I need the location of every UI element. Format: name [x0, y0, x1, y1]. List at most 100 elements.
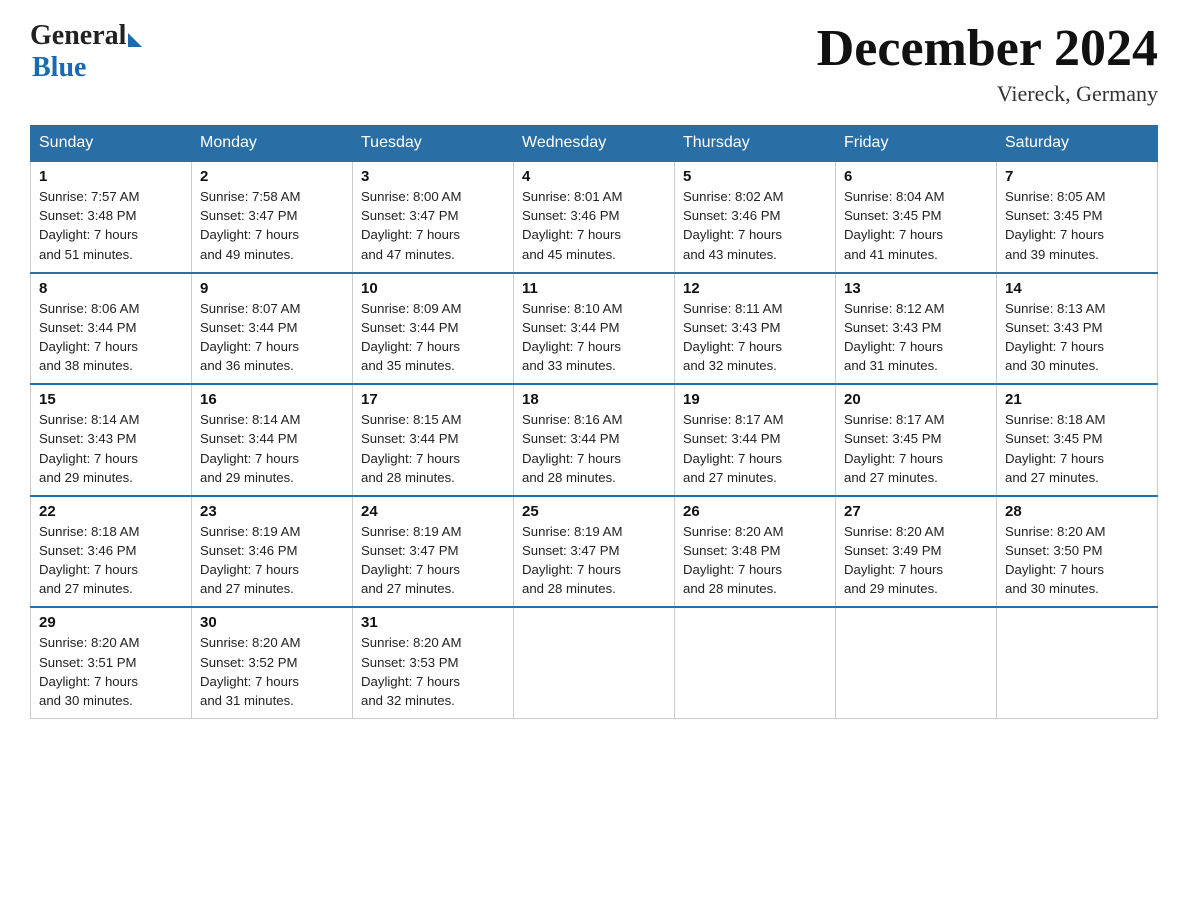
day-info: Sunrise: 8:18 AMSunset: 3:45 PMDaylight:…	[1005, 412, 1105, 484]
day-number: 29	[39, 614, 183, 631]
table-row: 9 Sunrise: 8:07 AMSunset: 3:44 PMDayligh…	[192, 273, 353, 385]
day-number: 17	[361, 391, 505, 408]
table-row	[675, 607, 836, 718]
calendar-table: Sunday Monday Tuesday Wednesday Thursday…	[30, 125, 1158, 719]
table-row: 20 Sunrise: 8:17 AMSunset: 3:45 PMDaylig…	[836, 384, 997, 496]
table-row	[514, 607, 675, 718]
logo-arrow-icon	[128, 33, 142, 47]
table-row: 31 Sunrise: 8:20 AMSunset: 3:53 PMDaylig…	[353, 607, 514, 718]
day-number: 1	[39, 168, 183, 185]
table-row: 24 Sunrise: 8:19 AMSunset: 3:47 PMDaylig…	[353, 496, 514, 608]
day-info: Sunrise: 8:19 AMSunset: 3:47 PMDaylight:…	[522, 524, 622, 596]
day-number: 23	[200, 503, 344, 520]
table-row: 30 Sunrise: 8:20 AMSunset: 3:52 PMDaylig…	[192, 607, 353, 718]
table-row: 25 Sunrise: 8:19 AMSunset: 3:47 PMDaylig…	[514, 496, 675, 608]
day-number: 6	[844, 168, 988, 185]
day-info: Sunrise: 7:58 AMSunset: 3:47 PMDaylight:…	[200, 189, 300, 261]
table-row: 18 Sunrise: 8:16 AMSunset: 3:44 PMDaylig…	[514, 384, 675, 496]
day-number: 18	[522, 391, 666, 408]
table-row: 10 Sunrise: 8:09 AMSunset: 3:44 PMDaylig…	[353, 273, 514, 385]
day-info: Sunrise: 8:01 AMSunset: 3:46 PMDaylight:…	[522, 189, 622, 261]
day-number: 4	[522, 168, 666, 185]
day-number: 21	[1005, 391, 1149, 408]
day-number: 5	[683, 168, 827, 185]
day-number: 2	[200, 168, 344, 185]
table-row: 7 Sunrise: 8:05 AMSunset: 3:45 PMDayligh…	[997, 161, 1158, 273]
day-number: 9	[200, 280, 344, 297]
day-info: Sunrise: 8:20 AMSunset: 3:49 PMDaylight:…	[844, 524, 944, 596]
day-number: 15	[39, 391, 183, 408]
table-row: 1 Sunrise: 7:57 AMSunset: 3:48 PMDayligh…	[31, 161, 192, 273]
day-info: Sunrise: 8:16 AMSunset: 3:44 PMDaylight:…	[522, 412, 622, 484]
day-info: Sunrise: 8:05 AMSunset: 3:45 PMDaylight:…	[1005, 189, 1105, 261]
day-info: Sunrise: 8:20 AMSunset: 3:52 PMDaylight:…	[200, 635, 300, 707]
table-row: 26 Sunrise: 8:20 AMSunset: 3:48 PMDaylig…	[675, 496, 836, 608]
table-row: 15 Sunrise: 8:14 AMSunset: 3:43 PMDaylig…	[31, 384, 192, 496]
day-number: 7	[1005, 168, 1149, 185]
logo-blue-text: Blue	[32, 52, 86, 84]
calendar-week-3: 15 Sunrise: 8:14 AMSunset: 3:43 PMDaylig…	[31, 384, 1158, 496]
day-number: 26	[683, 503, 827, 520]
day-number: 27	[844, 503, 988, 520]
table-row: 13 Sunrise: 8:12 AMSunset: 3:43 PMDaylig…	[836, 273, 997, 385]
day-info: Sunrise: 8:10 AMSunset: 3:44 PMDaylight:…	[522, 301, 622, 373]
table-row: 11 Sunrise: 8:10 AMSunset: 3:44 PMDaylig…	[514, 273, 675, 385]
title-block: December 2024 Viereck, Germany	[817, 20, 1158, 107]
table-row: 2 Sunrise: 7:58 AMSunset: 3:47 PMDayligh…	[192, 161, 353, 273]
table-row: 19 Sunrise: 8:17 AMSunset: 3:44 PMDaylig…	[675, 384, 836, 496]
logo: General Blue	[30, 20, 142, 84]
day-info: Sunrise: 8:14 AMSunset: 3:44 PMDaylight:…	[200, 412, 300, 484]
table-row: 14 Sunrise: 8:13 AMSunset: 3:43 PMDaylig…	[997, 273, 1158, 385]
calendar-week-5: 29 Sunrise: 8:20 AMSunset: 3:51 PMDaylig…	[31, 607, 1158, 718]
table-row: 5 Sunrise: 8:02 AMSunset: 3:46 PMDayligh…	[675, 161, 836, 273]
day-info: Sunrise: 8:20 AMSunset: 3:50 PMDaylight:…	[1005, 524, 1105, 596]
day-info: Sunrise: 8:11 AMSunset: 3:43 PMDaylight:…	[683, 301, 782, 373]
day-number: 25	[522, 503, 666, 520]
col-tuesday: Tuesday	[353, 126, 514, 162]
calendar-week-2: 8 Sunrise: 8:06 AMSunset: 3:44 PMDayligh…	[31, 273, 1158, 385]
calendar-week-1: 1 Sunrise: 7:57 AMSunset: 3:48 PMDayligh…	[31, 161, 1158, 273]
day-number: 28	[1005, 503, 1149, 520]
location-label: Viereck, Germany	[817, 81, 1158, 107]
col-thursday: Thursday	[675, 126, 836, 162]
day-number: 30	[200, 614, 344, 631]
page-header: General Blue December 2024 Viereck, Germ…	[30, 20, 1158, 107]
day-number: 24	[361, 503, 505, 520]
day-info: Sunrise: 8:18 AMSunset: 3:46 PMDaylight:…	[39, 524, 139, 596]
day-number: 12	[683, 280, 827, 297]
table-row: 28 Sunrise: 8:20 AMSunset: 3:50 PMDaylig…	[997, 496, 1158, 608]
day-number: 16	[200, 391, 344, 408]
col-monday: Monday	[192, 126, 353, 162]
day-number: 19	[683, 391, 827, 408]
day-number: 14	[1005, 280, 1149, 297]
table-row: 22 Sunrise: 8:18 AMSunset: 3:46 PMDaylig…	[31, 496, 192, 608]
table-row: 16 Sunrise: 8:14 AMSunset: 3:44 PMDaylig…	[192, 384, 353, 496]
day-number: 8	[39, 280, 183, 297]
day-info: Sunrise: 8:13 AMSunset: 3:43 PMDaylight:…	[1005, 301, 1105, 373]
col-friday: Friday	[836, 126, 997, 162]
day-info: Sunrise: 8:20 AMSunset: 3:53 PMDaylight:…	[361, 635, 461, 707]
day-info: Sunrise: 8:20 AMSunset: 3:48 PMDaylight:…	[683, 524, 783, 596]
calendar-header-row: Sunday Monday Tuesday Wednesday Thursday…	[31, 126, 1158, 162]
day-info: Sunrise: 8:00 AMSunset: 3:47 PMDaylight:…	[361, 189, 461, 261]
calendar-week-4: 22 Sunrise: 8:18 AMSunset: 3:46 PMDaylig…	[31, 496, 1158, 608]
col-sunday: Sunday	[31, 126, 192, 162]
day-number: 22	[39, 503, 183, 520]
day-number: 11	[522, 280, 666, 297]
table-row: 8 Sunrise: 8:06 AMSunset: 3:44 PMDayligh…	[31, 273, 192, 385]
col-saturday: Saturday	[997, 126, 1158, 162]
table-row: 27 Sunrise: 8:20 AMSunset: 3:49 PMDaylig…	[836, 496, 997, 608]
table-row: 21 Sunrise: 8:18 AMSunset: 3:45 PMDaylig…	[997, 384, 1158, 496]
table-row: 17 Sunrise: 8:15 AMSunset: 3:44 PMDaylig…	[353, 384, 514, 496]
table-row	[997, 607, 1158, 718]
day-number: 20	[844, 391, 988, 408]
day-info: Sunrise: 8:17 AMSunset: 3:45 PMDaylight:…	[844, 412, 944, 484]
day-info: Sunrise: 8:14 AMSunset: 3:43 PMDaylight:…	[39, 412, 139, 484]
table-row: 3 Sunrise: 8:00 AMSunset: 3:47 PMDayligh…	[353, 161, 514, 273]
table-row: 6 Sunrise: 8:04 AMSunset: 3:45 PMDayligh…	[836, 161, 997, 273]
day-info: Sunrise: 8:12 AMSunset: 3:43 PMDaylight:…	[844, 301, 944, 373]
table-row: 12 Sunrise: 8:11 AMSunset: 3:43 PMDaylig…	[675, 273, 836, 385]
day-number: 3	[361, 168, 505, 185]
table-row: 4 Sunrise: 8:01 AMSunset: 3:46 PMDayligh…	[514, 161, 675, 273]
day-info: Sunrise: 8:17 AMSunset: 3:44 PMDaylight:…	[683, 412, 783, 484]
